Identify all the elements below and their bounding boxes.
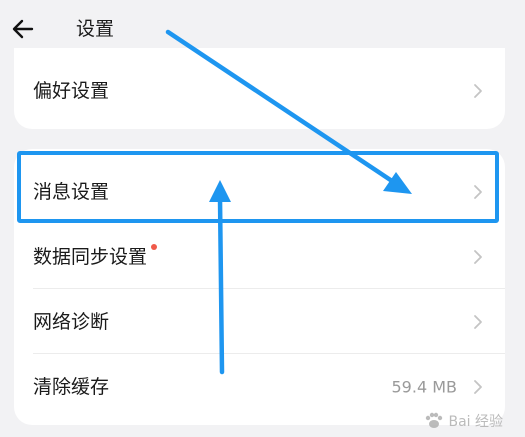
chevron-right-icon bbox=[474, 379, 482, 394]
settings-item-clear-cache[interactable]: 清除缓存 59.4 MB bbox=[14, 354, 505, 419]
settings-item-label: 数据同步设置 bbox=[33, 245, 148, 268]
arrow-left-icon bbox=[12, 19, 34, 39]
watermark: Bai 经验 bbox=[423, 411, 503, 431]
cache-size-value: 59.4 MB bbox=[391, 377, 458, 396]
chevron-right-icon bbox=[474, 83, 482, 98]
chevron-right-icon bbox=[474, 249, 482, 264]
watermark-text: Bai 经验 bbox=[448, 414, 503, 430]
back-button[interactable] bbox=[10, 16, 36, 42]
settings-item-preferences[interactable]: 偏好设置 bbox=[14, 58, 505, 123]
settings-item-label: 清除缓存 bbox=[33, 375, 110, 398]
page-title: 设置 bbox=[76, 18, 115, 40]
preferences-card: 偏好设置 bbox=[14, 48, 505, 129]
settings-item-label: 偏好设置 bbox=[33, 79, 110, 102]
chevron-right-icon bbox=[474, 314, 482, 329]
settings-item-network-diagnosis[interactable]: 网络诊断 bbox=[14, 289, 505, 354]
paw-icon bbox=[426, 412, 443, 428]
settings-item-label: 网络诊断 bbox=[33, 310, 110, 333]
chevron-right-icon bbox=[474, 184, 482, 199]
notification-badge bbox=[151, 244, 157, 250]
settings-item-message[interactable]: 消息设置 bbox=[14, 159, 505, 224]
settings-card: 消息设置 数据同步设置 网络诊断 清除缓存 59.4 MB bbox=[14, 149, 505, 425]
settings-item-label: 消息设置 bbox=[33, 180, 110, 203]
settings-item-data-sync[interactable]: 数据同步设置 bbox=[14, 224, 505, 289]
